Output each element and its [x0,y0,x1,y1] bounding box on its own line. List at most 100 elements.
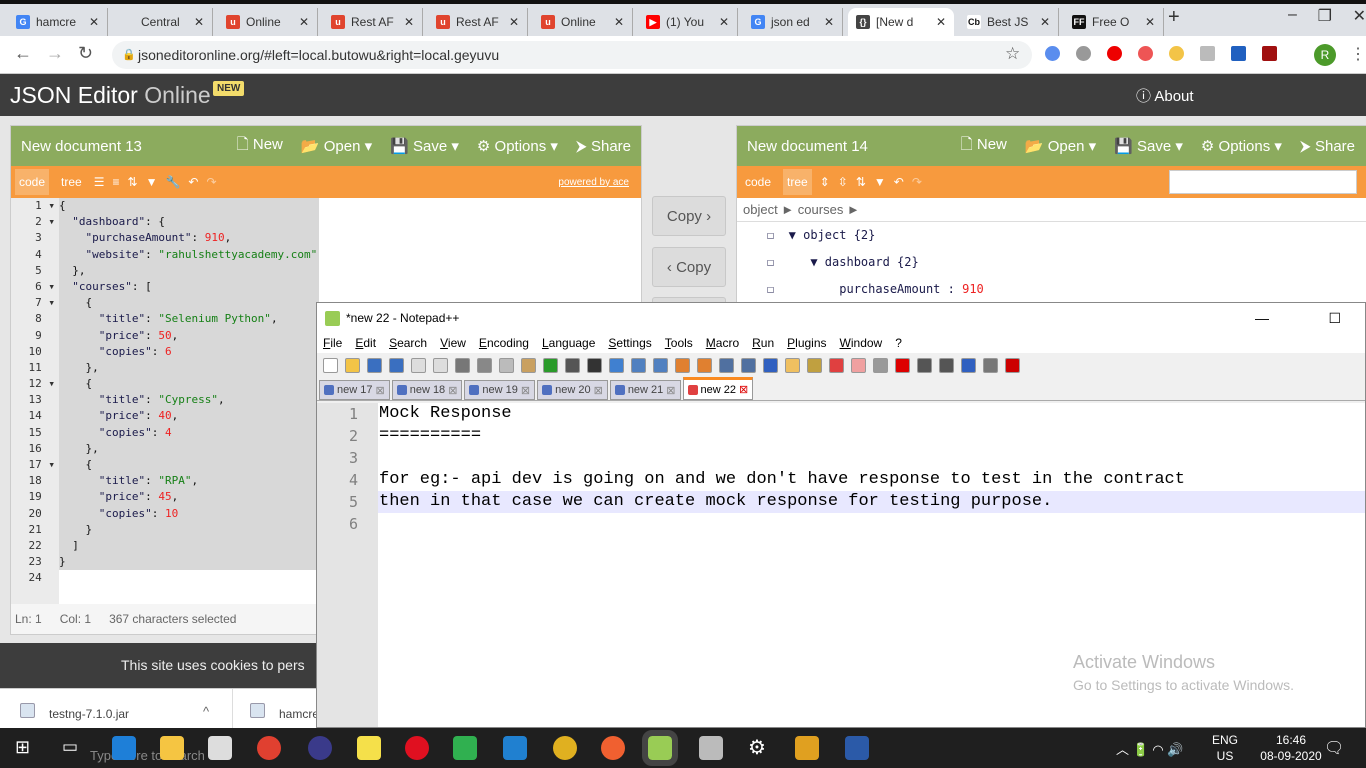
tab-close-icon[interactable]: ⊠ [666,384,675,397]
reload-icon[interactable]: ↻ [78,43,93,64]
extension-icon[interactable] [1169,46,1184,61]
tab-close-icon[interactable]: ✕ [936,15,946,29]
text-line[interactable]: then in that case we can create mock res… [378,491,1365,513]
close-icon[interactable] [411,357,426,373]
text-line[interactable] [378,513,1365,535]
run-macro-multiple-icon[interactable] [961,357,976,373]
browser-tab[interactable]: FF Free O ✕ [1064,8,1164,36]
document-tab[interactable]: new 19 ⊠ [464,380,536,400]
back-icon[interactable]: ← [14,43,32,64]
chrome-icon[interactable] [257,736,281,760]
app-icon[interactable] [503,736,527,760]
menu-window[interactable]: Window [840,336,883,350]
tab-close-icon[interactable]: ✕ [194,15,204,29]
new-tab-button[interactable]: + [1168,6,1180,29]
text-line[interactable]: Mock Response [378,403,1365,425]
menu-kebab-icon[interactable]: ⋮ [1350,44,1366,64]
code-line[interactable]: "price": 50, [59,327,319,344]
minimize-button[interactable]: – [1288,6,1297,26]
document-title[interactable]: New document 14 [747,138,868,155]
redo-icon[interactable]: ↷ [206,175,216,189]
opera-icon[interactable] [405,736,429,760]
tab-close-icon[interactable]: ✕ [89,15,99,29]
menu-encoding[interactable]: Encoding [479,336,529,350]
tab-close-icon[interactable]: ✕ [824,15,834,29]
print-icon[interactable] [455,357,470,373]
close-window-button[interactable]: ✕ [1353,6,1366,26]
mode-tree-button[interactable]: tree [57,169,86,195]
search-box-text[interactable]: Type here to search [90,748,205,763]
code-line[interactable]: "dashboard": { [59,214,319,231]
search-input[interactable] [1169,170,1357,194]
pdf-extension-icon[interactable] [1262,46,1277,61]
record-macro-icon[interactable] [895,357,910,373]
code-line[interactable]: } [59,554,319,571]
menu-tools[interactable]: Tools [665,336,693,350]
text-line[interactable]: ========== [378,425,1365,447]
document-tab[interactable]: new 22 ⊠ [682,377,754,400]
format-icon[interactable]: ☰ [94,175,105,189]
code-line[interactable]: } [59,521,319,538]
extension-icon[interactable] [1200,46,1215,61]
download-item[interactable]: hamcre [279,707,319,721]
code-line[interactable] [59,570,319,586]
tree-node[interactable]: ☐ ▼ dashboard {2} [737,249,1366,276]
save-button[interactable]: 💾 Save ▾ [1114,137,1183,155]
document-tab[interactable]: new 18 ⊠ [391,380,463,400]
sort-icon[interactable]: ⇅ [856,175,866,189]
start-button-windows-icon[interactable]: ⊞ [15,737,30,758]
eclipse-icon[interactable] [308,736,332,760]
tab-close-icon[interactable]: ⊠ [594,384,603,397]
code-line[interactable]: "copies": 4 [59,424,319,441]
play-macro-icon[interactable] [939,357,954,373]
code-line[interactable]: }, [59,359,319,377]
close-all-icon[interactable] [433,357,448,373]
browser-tab[interactable]: ▶ (1) You ✕ [638,8,738,36]
redo-icon[interactable]: ↷ [912,175,922,189]
word-wrap-icon[interactable] [719,357,734,373]
language-indicator[interactable]: ENG US [1212,732,1238,764]
tab-close-icon[interactable]: ✕ [509,15,519,29]
tab-close-icon[interactable]: ✕ [1040,15,1050,29]
profile-avatar[interactable]: R [1314,44,1336,66]
forward-icon[interactable]: → [46,43,64,64]
code-line[interactable]: { [59,295,319,312]
powered-by-ace-link[interactable]: powered by ace [558,177,629,188]
app-icon[interactable] [795,736,819,760]
menu-edit[interactable]: Edit [355,336,376,350]
document-tab[interactable]: new 17 ⊠ [319,380,390,400]
sticky-notes-icon[interactable] [357,736,381,760]
code-line[interactable]: "purchaseAmount": 910, [59,230,319,247]
tab-close-icon[interactable]: ⊠ [375,384,384,397]
monitor-icon[interactable] [873,357,888,373]
filter-icon[interactable]: ▼ [874,175,886,189]
extension-icon[interactable] [1045,46,1060,61]
app-icon[interactable] [453,736,477,760]
tab-close-icon[interactable]: ✕ [404,15,414,29]
save-icon[interactable] [367,357,382,373]
clock[interactable]: 16:46 08-09-2020 [1256,732,1326,764]
menu-run[interactable]: Run [752,336,774,350]
extension-icon[interactable] [1138,46,1153,61]
mode-code-button[interactable]: code [15,169,50,195]
menu-help[interactable]: ? [895,336,902,350]
code-line[interactable]: "website": "rahulshettyacademy.com" [59,246,319,263]
breadcrumb-item[interactable]: object ► [743,202,794,217]
save-button[interactable]: 💾 Save ▾ [390,137,459,155]
mode-code-button[interactable]: code [741,169,775,195]
breadcrumb-item[interactable]: courses ► [798,202,860,217]
cut-icon[interactable] [477,357,492,373]
filter-icon[interactable]: ▼ [146,175,158,189]
undo-icon[interactable]: ↶ [188,175,198,189]
text-line[interactable]: for eg:- api dev is going on and we don'… [378,469,1365,491]
code-line[interactable]: { [59,376,319,393]
expand-all-icon[interactable]: ⇕ [820,175,830,189]
code-line[interactable]: }, [59,262,319,279]
paste-icon[interactable] [521,357,536,373]
options-button[interactable]: ⚙ Options ▾ [477,137,558,155]
copy-right-button[interactable]: Copy › [652,196,726,236]
code-line[interactable]: "title": "Selenium Python", [59,311,319,328]
new-file-icon[interactable] [323,357,338,373]
menu-language[interactable]: Language [542,336,595,350]
folder-icon[interactable] [851,357,866,373]
